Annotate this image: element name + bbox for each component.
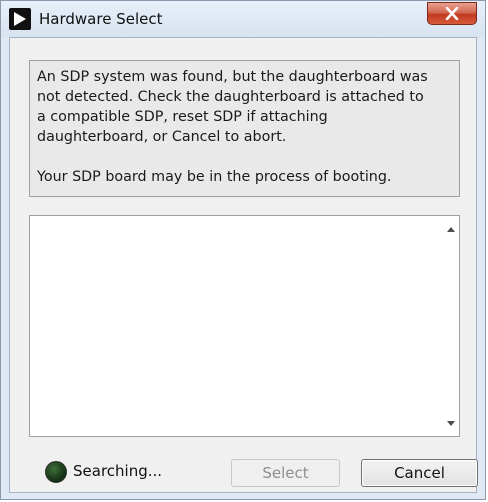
app-play-icon [9,8,31,30]
list-scrollbar[interactable] [442,216,459,436]
scroll-down-arrow-icon[interactable] [447,421,455,426]
title-bar[interactable]: Hardware Select [1,1,485,37]
message-hint: Your SDP board may be in the process of … [37,169,392,185]
scroll-up-arrow-icon[interactable] [447,227,455,232]
select-button[interactable]: Select [231,459,340,487]
message-box: An SDP system was found, but the daughte… [29,60,460,197]
close-button[interactable] [427,2,477,25]
status-text: Searching... [73,462,163,480]
close-icon [445,7,459,20]
window-title: Hardware Select [39,10,163,28]
hardware-list[interactable] [29,215,460,437]
status-led-indicator [45,461,67,483]
dialog-body: An SDP system was found, but the daughte… [9,37,478,493]
message-text: An SDP system was found, but the daughte… [37,69,428,145]
hardware-select-window: Hardware Select An SDP system was found,… [0,0,486,500]
cancel-button[interactable]: Cancel [361,459,478,487]
